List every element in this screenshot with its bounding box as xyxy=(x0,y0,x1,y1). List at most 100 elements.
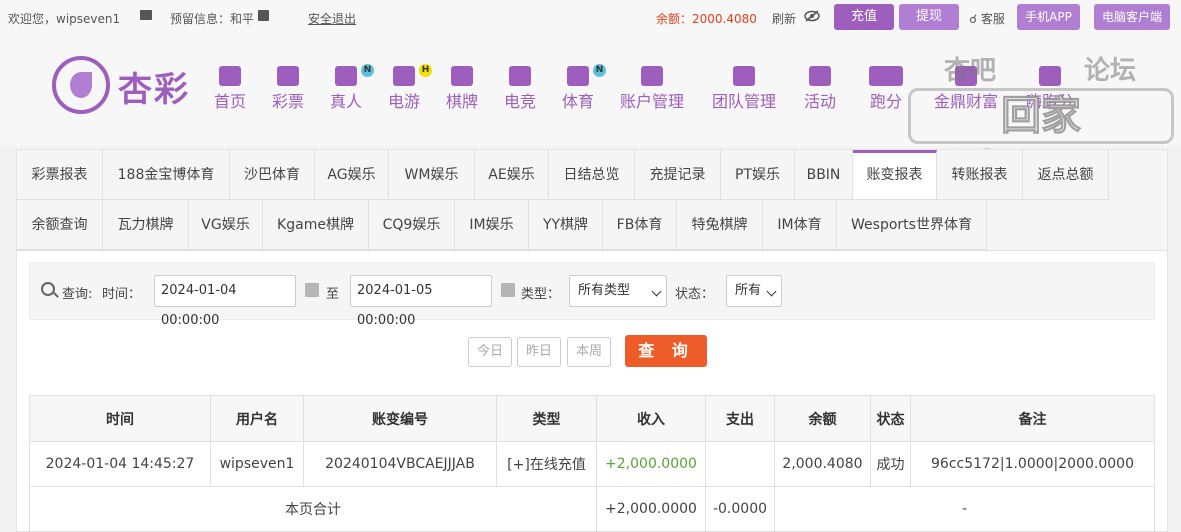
tab-rebate-total[interactable]: 返点总额 xyxy=(1023,150,1109,200)
col-serial: 账变编号 xyxy=(303,395,497,442)
cell-balance: 2,000.4080 xyxy=(774,441,871,487)
col-income: 收入 xyxy=(596,395,706,442)
report-tabs: 彩票报表 188金宝博体育 沙巴体育 AG娱乐 WM娱乐 AE娱乐 日结总览 充… xyxy=(17,150,1167,251)
recharge-button[interactable]: 充值 xyxy=(834,4,894,30)
cell-time: 2024-01-04 14:45:27 xyxy=(29,441,211,487)
cell-remark: 96cc5172|1.0000|2000.0000 xyxy=(910,441,1155,487)
report-panel: 彩票报表 188金宝博体育 沙巴体育 AG娱乐 WM娱乐 AE娱乐 日结总览 充… xyxy=(16,149,1168,532)
footer-remark: - xyxy=(774,486,1155,532)
balance-text: 余额：2000.4080 xyxy=(656,12,757,26)
nav-home[interactable]: 首页 xyxy=(214,66,246,112)
cell-type: [+]在线充值 xyxy=(496,441,597,487)
start-time-input[interactable]: 2024-01-04 00:00:00 xyxy=(154,275,296,328)
tab-lottery-report[interactable]: 彩票报表 xyxy=(17,150,103,200)
cell-expense xyxy=(705,441,775,487)
cell-income: +2,000.0000 xyxy=(596,441,706,487)
search-icon xyxy=(41,282,55,296)
to-label: 至 xyxy=(326,287,340,302)
site-logo[interactable]: 杏彩 xyxy=(52,56,204,116)
tab-ae[interactable]: AE娱乐 xyxy=(475,150,549,200)
tab-saba-sports[interactable]: 沙巴体育 xyxy=(230,150,315,200)
nav-label: 电游 xyxy=(388,92,421,111)
nav-slots[interactable]: H 电游 xyxy=(388,64,433,112)
nav-chess[interactable]: 棋牌 xyxy=(446,66,478,112)
tab-188-sports[interactable]: 188金宝博体育 xyxy=(103,150,230,200)
tab-cq9[interactable]: CQ9娱乐 xyxy=(369,200,455,250)
col-status: 状态 xyxy=(870,395,911,442)
new-badge: N xyxy=(361,64,375,77)
nav-team[interactable]: 团队管理 xyxy=(712,66,776,112)
customer-service-label: 客服 xyxy=(980,12,1005,26)
eye-slash-icon[interactable] xyxy=(804,10,820,22)
status-select[interactable]: 所有 xyxy=(726,275,782,307)
tab-wesports[interactable]: Wesports世界体育 xyxy=(837,200,987,250)
edit-icon[interactable] xyxy=(258,10,269,21)
tab-wali-chess[interactable]: 瓦力棋牌 xyxy=(103,200,189,250)
tab-wm[interactable]: WM娱乐 xyxy=(389,150,475,200)
tab-daily-overview[interactable]: 日结总览 xyxy=(549,150,635,200)
type-select[interactable]: 所有类型 xyxy=(569,275,667,307)
team-icon xyxy=(733,66,755,86)
footer-label: 本页合计 xyxy=(29,486,597,532)
tab-transfer-report[interactable]: 转账报表 xyxy=(937,150,1023,200)
mail-icon[interactable] xyxy=(140,10,152,20)
hot-badge: H xyxy=(419,64,433,77)
table-row: 2024-01-04 14:45:27 wipseven1 20240104VB… xyxy=(29,441,1155,487)
gamepad-icon xyxy=(393,66,415,86)
tab-ag[interactable]: AG娱乐 xyxy=(315,150,389,200)
col-type: 类型 xyxy=(496,395,597,442)
refresh-link[interactable]: 刷新 xyxy=(772,10,796,27)
type-label: 类型： xyxy=(521,287,561,302)
tab-kgame-chess[interactable]: Kgame棋牌 xyxy=(263,200,369,250)
pc-client-button[interactable]: 电脑客户端 xyxy=(1094,4,1170,30)
nav-live[interactable]: N 真人 xyxy=(330,64,375,112)
status-select-value: 所有 xyxy=(735,283,762,298)
dealer-icon xyxy=(335,66,357,86)
time-label: 时间： xyxy=(102,287,142,302)
tab-im-sports[interactable]: IM体育 xyxy=(763,200,837,250)
calendar-icon[interactable] xyxy=(305,283,319,297)
tab-im[interactable]: IM娱乐 xyxy=(455,200,529,250)
tab-yy-chess[interactable]: YY棋牌 xyxy=(529,200,603,250)
status-label: 状态： xyxy=(675,287,715,302)
tab-deposit-withdraw[interactable]: 充提记录 xyxy=(635,150,721,200)
mobile-app-button[interactable]: 手机APP xyxy=(1017,4,1080,30)
table-footer-row: 本页合计 +2,000.0000 -0.0000 - xyxy=(29,486,1155,532)
nav-esports[interactable]: 电竞 xyxy=(504,66,536,112)
cell-username: wipseven1 xyxy=(210,441,304,487)
nav-sports[interactable]: N 体育 xyxy=(562,64,607,112)
this-week-button[interactable]: 本周 xyxy=(567,337,611,367)
tab-bbin[interactable]: BBIN xyxy=(795,150,853,200)
nav-activity[interactable]: 活动 xyxy=(804,66,836,112)
query-button[interactable]: 查 询 xyxy=(625,335,707,367)
chevron-down-icon xyxy=(766,286,777,297)
car-icon xyxy=(869,66,903,86)
watermark-text-1: 杏吧 xyxy=(944,56,997,86)
nav-lottery[interactable]: 彩票 xyxy=(272,66,304,112)
today-button[interactable]: 今日 xyxy=(468,337,512,367)
footer-expense: -0.0000 xyxy=(705,486,775,532)
logo-name: 杏彩 xyxy=(118,70,190,110)
logout-link[interactable]: 安全退出 xyxy=(308,10,356,27)
nav-label: 跑分 xyxy=(869,92,902,111)
nav-label: 彩票 xyxy=(272,92,305,111)
tab-balance-query[interactable]: 余额查询 xyxy=(17,200,103,250)
tab-vg[interactable]: VG娱乐 xyxy=(189,200,263,250)
tab-account-change[interactable]: 账变报表 xyxy=(853,150,937,200)
watermark-text-3: 回家205.com xyxy=(908,88,1174,190)
tab-pt[interactable]: PT娱乐 xyxy=(721,150,795,200)
withdraw-button[interactable]: 提现 xyxy=(899,4,959,30)
tab-tetu-chess[interactable]: 特兔棋牌 xyxy=(677,200,763,250)
nav-paofen[interactable]: 跑分 xyxy=(869,66,903,112)
tab-fb-sports[interactable]: FB体育 xyxy=(603,200,677,250)
customer-service-link[interactable]: ☌ 客服 xyxy=(969,10,1005,27)
nav-account[interactable]: 账户管理 xyxy=(620,66,684,112)
footer-income: +2,000.0000 xyxy=(596,486,706,532)
nav-label: 团队管理 xyxy=(712,92,777,111)
nav-label: 电竞 xyxy=(504,92,537,111)
calendar-icon[interactable] xyxy=(501,283,515,297)
top-bar: 欢迎您，wipseven1 预留信息：和平 安全退出 余额：2000.4080 … xyxy=(0,0,1181,36)
yesterday-button[interactable]: 昨日 xyxy=(517,337,561,367)
watermark-logo: 杏吧 论坛 回家205.com xyxy=(908,50,1174,190)
end-time-input[interactable]: 2024-01-05 00:00:00 xyxy=(350,275,492,328)
